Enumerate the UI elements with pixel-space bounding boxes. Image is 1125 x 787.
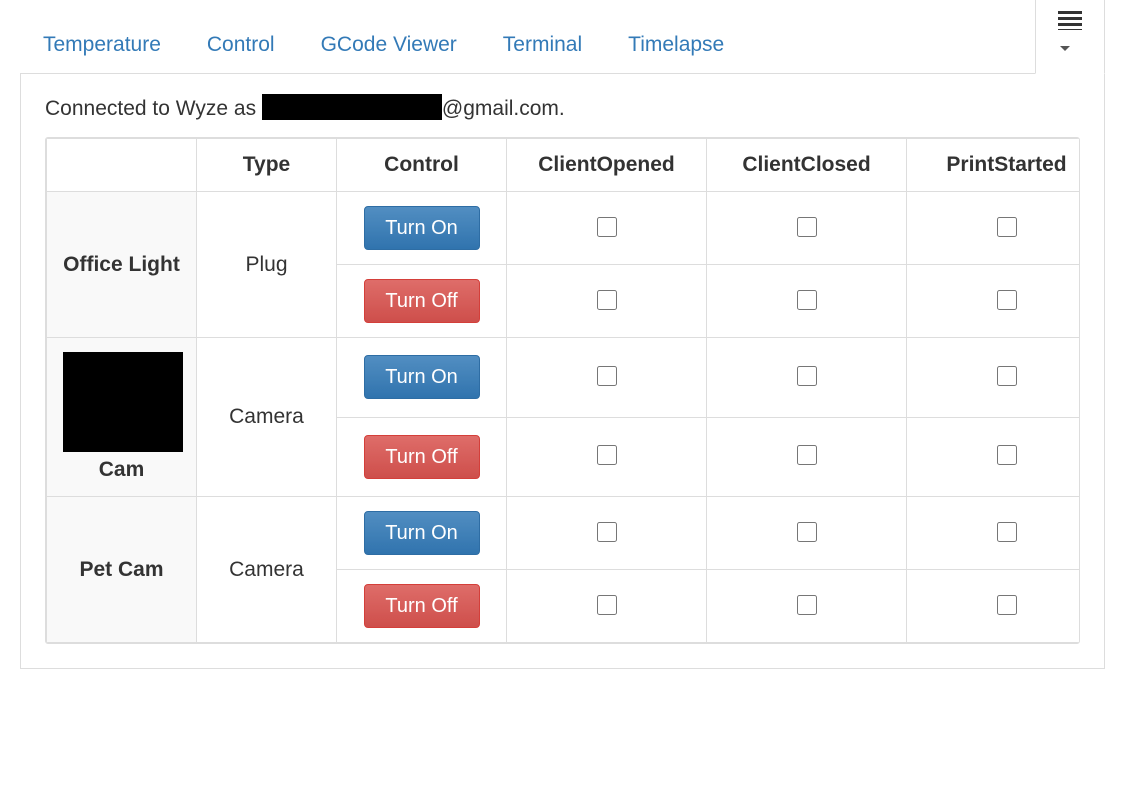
control-cell: Turn Off [337,265,507,338]
event-cell [507,338,707,418]
control-cell: Turn On [337,338,507,418]
menu-icon [1058,10,1082,30]
event-checkbox-print_started[interactable] [997,290,1017,310]
connection-status: Connected to Wyze as @gmail.com. [45,94,1080,121]
turn-on-button[interactable]: Turn On [364,355,480,399]
col-header-clientopened: ClientOpened [507,139,707,192]
caret-down-icon [1060,46,1070,51]
event-checkbox-client_opened[interactable] [597,217,617,237]
event-cell [707,338,907,418]
turn-off-button[interactable]: Turn Off [364,435,480,479]
turn-off-button[interactable]: Turn Off [364,584,480,628]
device-row: CamCameraTurn On [47,338,1081,418]
event-cell [507,417,707,497]
event-checkbox-client_closed[interactable] [797,445,817,465]
event-cell [507,192,707,265]
tab-timelapse[interactable]: Timelapse [605,15,747,74]
event-checkbox-print_started[interactable] [997,366,1017,386]
tab-menu-dropdown[interactable] [1035,0,1105,74]
device-name-label: Pet Cam [79,558,163,581]
device-name-cell: Pet Cam [47,497,197,643]
device-table-scroll[interactable]: Type Control ClientOpened ClientClosed P… [45,137,1080,644]
tab-control[interactable]: Control [184,15,298,74]
device-name-label: Office Light [63,253,180,276]
col-header-type: Type [197,139,337,192]
control-cell: Turn On [337,497,507,570]
device-row: Pet CamCameraTurn On [47,497,1081,570]
device-table: Type Control ClientOpened ClientClosed P… [46,138,1080,643]
event-checkbox-client_opened[interactable] [597,290,617,310]
tab-gcode-viewer[interactable]: GCode Viewer [298,15,480,74]
col-header-name [47,139,197,192]
turn-on-button[interactable]: Turn On [364,206,480,250]
event-checkbox-client_opened[interactable] [597,595,617,615]
status-prefix: Connected to Wyze as [45,97,262,120]
event-checkbox-print_started[interactable] [997,595,1017,615]
turn-off-button[interactable]: Turn Off [364,279,480,323]
col-header-clientclosed: ClientClosed [707,139,907,192]
table-header-row: Type Control ClientOpened ClientClosed P… [47,139,1081,192]
event-cell [907,570,1081,643]
event-checkbox-print_started[interactable] [997,522,1017,542]
device-type-cell: Plug [197,192,337,338]
tab-temperature[interactable]: Temperature [20,15,184,74]
event-cell [907,338,1081,418]
device-name-cell: Cam [47,338,197,497]
device-name-label: Cam [99,458,145,481]
plugin-panel: Connected to Wyze as @gmail.com. Type Co… [20,74,1105,669]
control-cell: Turn Off [337,570,507,643]
redacted-username [262,94,442,120]
event-cell [707,570,907,643]
event-cell [507,570,707,643]
event-cell [707,192,907,265]
event-cell [907,192,1081,265]
event-cell [507,265,707,338]
control-cell: Turn Off [337,417,507,497]
redacted-device-name [63,352,183,452]
event-checkbox-client_opened[interactable] [597,366,617,386]
event-checkbox-print_started[interactable] [997,217,1017,237]
event-cell [907,417,1081,497]
event-checkbox-client_opened[interactable] [597,445,617,465]
event-checkbox-print_started[interactable] [997,445,1017,465]
event-checkbox-client_closed[interactable] [797,366,817,386]
device-type-cell: Camera [197,338,337,497]
event-cell [707,265,907,338]
col-header-control: Control [337,139,507,192]
device-row: Office LightPlugTurn On [47,192,1081,265]
tab-terminal[interactable]: Terminal [480,15,605,74]
event-cell [507,497,707,570]
event-cell [707,417,907,497]
device-type-cell: Camera [197,497,337,643]
control-cell: Turn On [337,192,507,265]
event-checkbox-client_opened[interactable] [597,522,617,542]
event-cell [907,265,1081,338]
col-header-printstarted: PrintStarted [907,139,1081,192]
main-tabs: Temperature Control GCode Viewer Termina… [20,0,1105,74]
event-checkbox-client_closed[interactable] [797,290,817,310]
event-cell [907,497,1081,570]
event-checkbox-client_closed[interactable] [797,522,817,542]
event-checkbox-client_closed[interactable] [797,595,817,615]
turn-on-button[interactable]: Turn On [364,511,480,555]
device-name-cell: Office Light [47,192,197,338]
event-checkbox-client_closed[interactable] [797,217,817,237]
status-email-suffix: @gmail.com. [442,97,565,120]
event-cell [707,497,907,570]
